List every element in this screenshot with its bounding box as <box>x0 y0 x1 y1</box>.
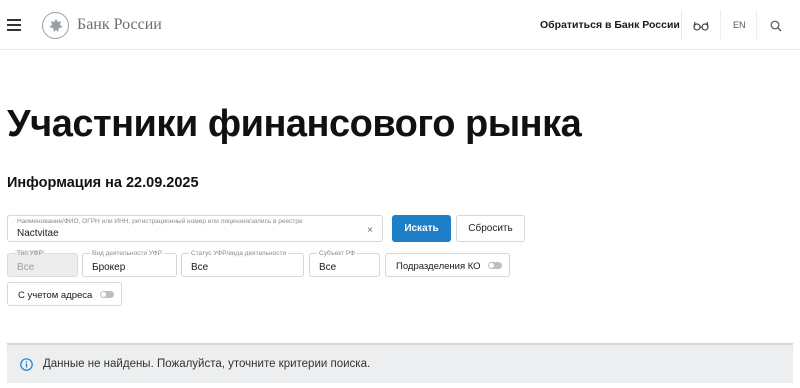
info-icon <box>20 358 33 371</box>
search-icon[interactable] <box>770 19 782 32</box>
filter-region-select[interactable]: Субъект РФ Все <box>309 250 380 277</box>
bank-logo-icon[interactable] <box>42 12 69 39</box>
info-date: Информация на 22.09.2025 <box>7 175 199 191</box>
search-button[interactable]: Искать <box>392 215 451 242</box>
filter-status-select[interactable]: Статус УФР/вида деятельности Все <box>181 250 304 277</box>
logo-text[interactable]: Банк России <box>77 16 162 34</box>
clear-icon[interactable]: × <box>367 225 373 236</box>
toggle-label: С учетом адреса <box>18 290 93 301</box>
switch-icon[interactable] <box>488 262 502 269</box>
page-title: Участники финансового рынка <box>7 103 582 145</box>
filter-label: Вид деятельности УФР <box>90 250 165 257</box>
contact-bank-link[interactable]: Обратиться в Банк России <box>540 19 680 31</box>
search-input-value[interactable]: Nactvitae <box>17 228 59 239</box>
header-divider <box>756 10 757 40</box>
notice-text: Данные не найдены. Пожалуйста, уточните … <box>43 358 371 370</box>
filter-value: Все <box>191 262 209 273</box>
menu-icon[interactable] <box>7 19 21 31</box>
filter-type-select[interactable]: Тип УФР Все <box>7 250 78 277</box>
reset-button[interactable]: Сбросить <box>456 215 525 242</box>
filter-value: Все <box>17 262 35 273</box>
toggle-label: Подразделения КО <box>396 261 481 272</box>
filter-value: Все <box>319 262 337 273</box>
search-input[interactable]: Наименование/ФИО, ОГРН или ИНН, регистра… <box>7 215 383 242</box>
filter-label: Тип УФР <box>15 250 45 257</box>
with-address-toggle[interactable]: С учетом адреса <box>7 282 122 306</box>
header-divider <box>720 10 721 40</box>
site-header: Банк России Обратиться в Банк России EN <box>0 0 800 50</box>
switch-icon[interactable] <box>100 291 114 298</box>
glasses-icon[interactable] <box>693 19 709 31</box>
filter-value: Брокер <box>92 262 126 273</box>
subdivisions-toggle[interactable]: Подразделения КО <box>385 253 510 277</box>
header-divider <box>681 10 682 40</box>
language-switch[interactable]: EN <box>733 20 746 30</box>
filter-label: Субъект РФ <box>317 250 358 257</box>
filter-label: Статус УФР/вида деятельности <box>189 250 289 257</box>
search-input-label: Наименование/ФИО, ОГРН или ИНН, регистра… <box>17 218 303 225</box>
filter-activity-select[interactable]: Вид деятельности УФР Брокер <box>82 250 177 277</box>
no-results-notice: Данные не найдены. Пожалуйста, уточните … <box>7 343 793 383</box>
